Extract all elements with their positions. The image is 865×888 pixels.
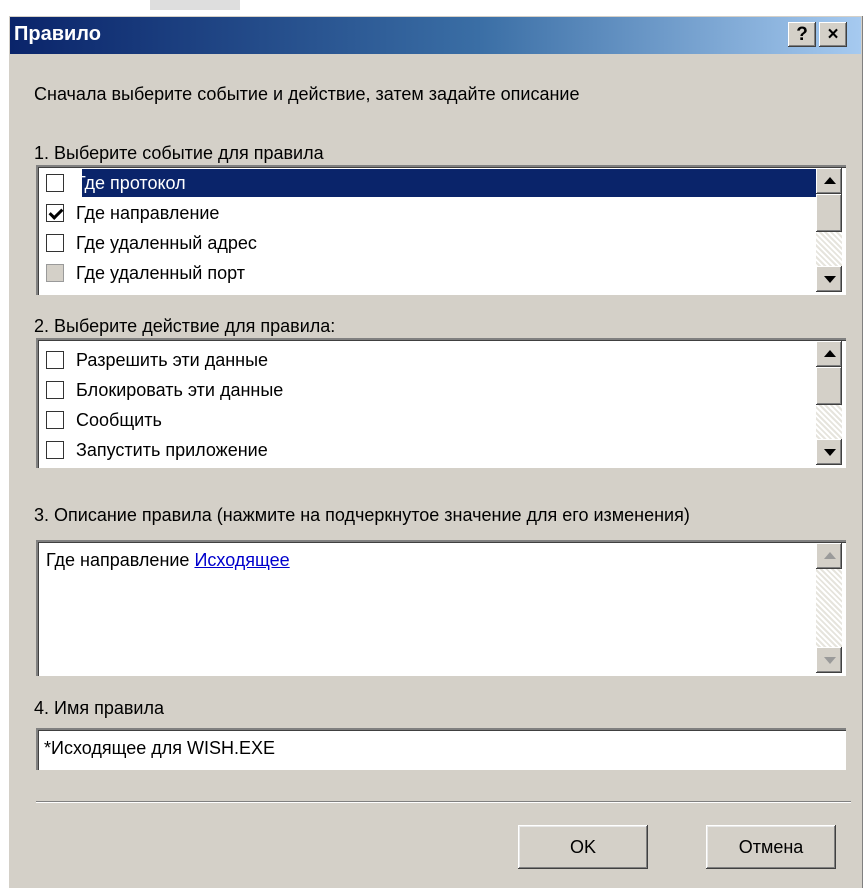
event-item-label: Где удаленный адрес [76, 232, 257, 253]
event-item-direction[interactable]: Где направление [46, 199, 219, 227]
description-text: Где направление Исходящее [46, 550, 290, 571]
description-prefix: Где направление [46, 550, 195, 570]
action-item-block[interactable]: Блокировать эти данные [46, 376, 283, 404]
scroll-up-button[interactable] [816, 168, 842, 194]
arrow-up-icon [824, 350, 836, 357]
checkbox-icon[interactable] [46, 381, 64, 399]
description-box: Где направление Исходящее [36, 540, 846, 676]
help-button[interactable]: ? [788, 22, 816, 47]
checkbox-icon[interactable] [46, 411, 64, 429]
scroll-thumb[interactable] [816, 367, 842, 405]
event-item-label: Где удаленный порт [76, 262, 245, 283]
action-item-label: Запустить приложение [76, 439, 268, 460]
event-item-protocol[interactable]: Где протокол [46, 169, 186, 197]
description-scrollbar [816, 543, 842, 673]
scroll-down-button[interactable] [816, 266, 842, 292]
actions-label: 2. Выберите действие для правила: [34, 316, 336, 336]
direction-value-link[interactable]: Исходящее [194, 550, 289, 570]
action-item-run-app[interactable]: Запустить приложение [46, 436, 268, 464]
action-item-label: Разрешить эти данные [76, 349, 269, 370]
event-item-remote-port[interactable]: Где удаленный порт [46, 259, 245, 287]
action-item-notify[interactable]: Сообщить [46, 406, 162, 434]
scroll-up-button [816, 543, 842, 569]
rule-name-label: 4. Имя правила [34, 698, 164, 718]
events-listbox[interactable]: Где протокол Где направление Где удаленн… [36, 165, 846, 295]
events-scrollbar[interactable] [816, 168, 842, 292]
window-title: Правило [14, 23, 101, 45]
selection-highlight [82, 169, 840, 197]
actions-listbox[interactable]: Разрешить эти данные Блокировать эти дан… [36, 338, 846, 468]
intro-text: Сначала выберите событие и действие, зат… [34, 84, 580, 104]
arrow-up-icon [824, 177, 836, 184]
checkbox-icon[interactable] [46, 351, 64, 369]
cancel-button[interactable]: Отмена [706, 825, 836, 869]
rule-name-input[interactable]: *Исходящее для WISH.EXE [36, 728, 846, 770]
background-window-fragment [150, 0, 240, 10]
title-bar: Правило ? × [10, 17, 861, 54]
event-item-remote-address[interactable]: Где удаленный адрес [46, 229, 257, 257]
action-item-label: Сообщить [76, 409, 162, 430]
scroll-thumb[interactable] [816, 194, 842, 232]
checkbox-icon[interactable] [46, 174, 64, 192]
scroll-up-button[interactable] [816, 341, 842, 367]
description-label: 3. Описание правила (нажмите на подчеркн… [34, 505, 690, 525]
arrow-down-icon [824, 657, 836, 664]
arrow-up-icon [824, 552, 836, 559]
scroll-down-button[interactable] [816, 439, 842, 465]
separator [36, 801, 851, 803]
checkbox-checked-icon[interactable] [46, 204, 64, 222]
action-item-label: Блокировать эти данные [76, 379, 284, 400]
arrow-down-icon [824, 449, 836, 456]
event-item-label: Где протокол [76, 172, 186, 193]
action-item-allow[interactable]: Разрешить эти данные [46, 346, 268, 374]
actions-scrollbar[interactable] [816, 341, 842, 465]
checkbox-icon[interactable] [46, 234, 64, 252]
events-label: 1. Выберите событие для правила [34, 143, 324, 163]
arrow-down-icon [824, 276, 836, 283]
scroll-down-button [816, 647, 842, 673]
close-button[interactable]: × [819, 22, 847, 47]
event-item-label: Где направление [76, 202, 220, 223]
checkbox-icon[interactable] [46, 441, 64, 459]
ok-button[interactable]: OK [518, 825, 648, 869]
rule-dialog: Правило ? × Сначала выберите событие и д… [8, 15, 863, 888]
checkbox-disabled-icon [46, 264, 64, 282]
